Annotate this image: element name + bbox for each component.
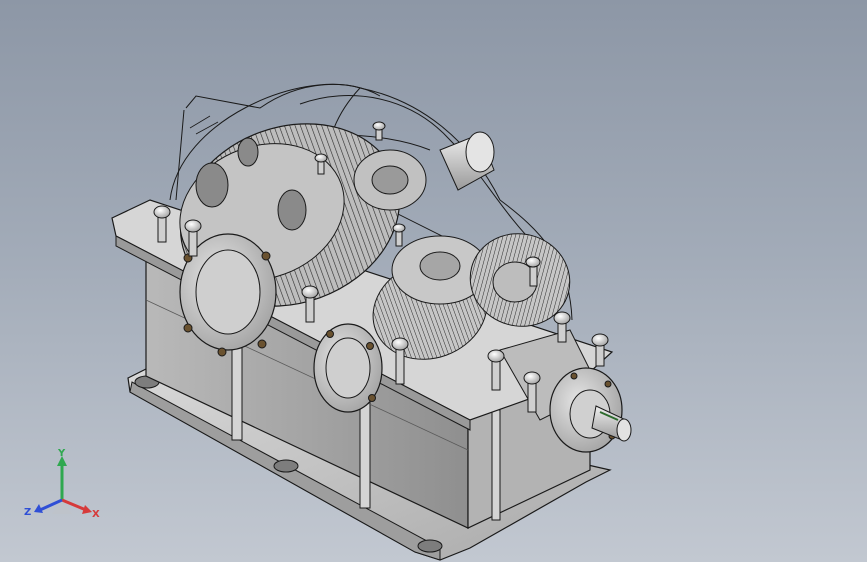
housing-rib-3: [491, 409, 501, 521]
graphics-viewport[interactable]: Y X Z: [0, 0, 867, 562]
gear-web-hole-2: [277, 189, 307, 231]
gear-web-hole-3: [237, 137, 259, 167]
gear-reducer-model[interactable]: [0, 0, 867, 562]
x-axis-arrow-icon: [82, 505, 92, 514]
foot-hole-3: [417, 539, 443, 553]
y-axis-label: Y: [57, 448, 66, 459]
bearing-cap-middle[interactable]: [313, 323, 383, 413]
gear-web-hole-1: [195, 162, 229, 208]
x-axis-label: X: [92, 509, 100, 520]
z-axis-label: Z: [24, 507, 31, 518]
axis-triad[interactable]: Y X Z: [22, 448, 106, 524]
top-shaft[interactable]: [353, 131, 495, 211]
foot-hole-2: [273, 459, 299, 473]
